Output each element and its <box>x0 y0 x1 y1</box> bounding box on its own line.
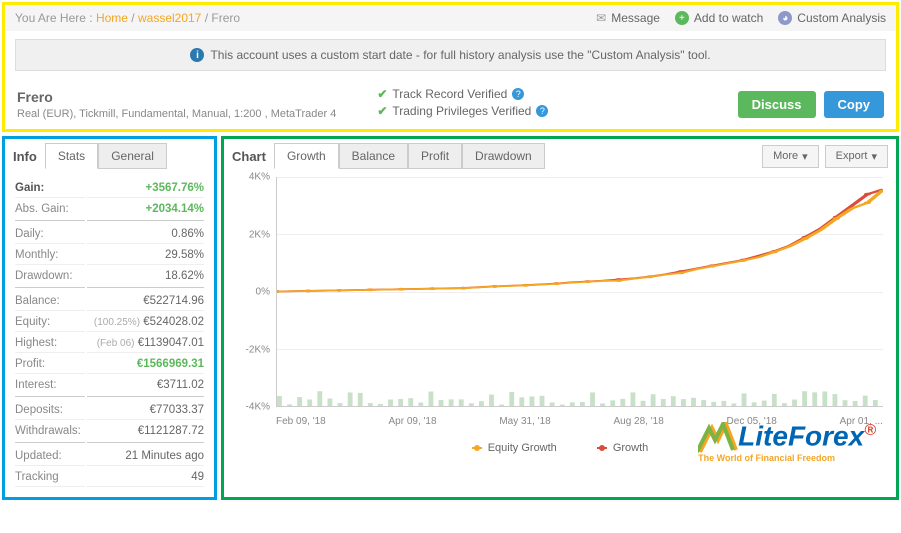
pie-icon: ◕ <box>778 11 792 25</box>
chart-title: Chart <box>232 144 274 169</box>
tab-profit[interactable]: Profit <box>408 143 462 169</box>
legend-growth: Growth <box>597 442 648 454</box>
stat-row: Daily:0.86% <box>15 223 204 244</box>
breadcrumb-bar: You Are Here : Home / wassel2017 / Frero… <box>5 5 896 31</box>
discuss-button[interactable]: Discuss <box>738 91 816 118</box>
watermark: LiteForex® The World of Financial Freedo… <box>698 422 876 462</box>
copy-button[interactable]: Copy <box>824 91 885 118</box>
stat-row: Profit:€1566969.31 <box>15 355 204 374</box>
breadcrumb: You Are Here : Home / wassel2017 / Frero <box>15 11 240 25</box>
account-details: Real (EUR), Tickmill, Fundamental, Manua… <box>17 108 377 120</box>
tab-balance[interactable]: Balance <box>339 143 408 169</box>
verify-column: ✔ Track Record Verified ? ✔ Trading Priv… <box>377 87 737 121</box>
trading-priv-verified: ✔ Trading Privileges Verified ? <box>377 104 737 118</box>
plot-area[interactable] <box>276 177 883 407</box>
account-row: Frero Real (EUR), Tickmill, Fundamental,… <box>5 79 896 129</box>
add-watch-link[interactable]: + Add to watch <box>675 11 763 25</box>
liteforex-logo-icon <box>698 422 738 454</box>
header-section: You Are Here : Home / wassel2017 / Frero… <box>2 2 899 132</box>
check-icon: ✔ <box>377 87 387 101</box>
info-icon: i <box>190 48 204 62</box>
y-axis: 4K% 2K% 0% -2K% -4K% <box>232 177 272 407</box>
chart-panel: Chart Growth Balance Profit Drawdown Mor… <box>221 136 899 500</box>
legend-dot-icon <box>597 447 607 449</box>
custom-analysis-link[interactable]: ◕ Custom Analysis <box>778 11 886 25</box>
main-row: Info Stats General Gain:+3567.76% Abs. G… <box>2 136 899 500</box>
breadcrumb-prefix: You Are Here : <box>15 11 93 25</box>
breadcrumb-user[interactable]: wassel2017 <box>138 11 201 25</box>
chart-svg <box>277 177 883 406</box>
tab-stats[interactable]: Stats <box>45 143 98 169</box>
breadcrumb-current: Frero <box>211 11 240 25</box>
info-header: Info Stats General <box>13 143 206 169</box>
stat-row: Interest:€3711.02 <box>15 376 204 397</box>
stat-row: Equity:(100.25%) €524028.02 <box>15 313 204 332</box>
chart-tabs: Growth Balance Profit Drawdown <box>274 143 545 169</box>
stat-row: Updated:21 Minutes ago <box>15 445 204 466</box>
info-panel: Info Stats General Gain:+3567.76% Abs. G… <box>2 136 217 500</box>
account-info: Frero Real (EUR), Tickmill, Fundamental,… <box>17 89 377 120</box>
chart-area: 4K% 2K% 0% -2K% -4K% Feb 09, '18 Apr 09,… <box>232 177 888 437</box>
export-button[interactable]: Export ▾ <box>825 145 888 168</box>
tab-general[interactable]: General <box>98 143 167 169</box>
notice-text: This account uses a custom start date - … <box>210 48 710 62</box>
check-icon: ✔ <box>377 104 387 118</box>
more-button[interactable]: More ▾ <box>762 145 819 168</box>
legend-dot-icon <box>472 447 482 449</box>
stat-row: Withdrawals:€1121287.72 <box>15 422 204 443</box>
account-buttons: Discuss Copy <box>738 91 884 118</box>
chart-actions: More ▾ Export ▾ <box>762 145 888 168</box>
abs-gain-row: Abs. Gain:+2034.14% <box>15 200 204 221</box>
stat-row: Highest:(Feb 06) €1139047.01 <box>15 334 204 353</box>
notice-bar: i This account uses a custom start date … <box>15 39 886 71</box>
envelope-icon: ✉ <box>596 11 606 25</box>
stat-row: Monthly:29.58% <box>15 246 204 265</box>
info-title: Info <box>13 144 45 169</box>
track-record-verified: ✔ Track Record Verified ? <box>377 87 737 101</box>
stat-row: Drawdown:18.62% <box>15 267 204 288</box>
plus-icon: + <box>675 11 689 25</box>
chart-header: Chart Growth Balance Profit Drawdown Mor… <box>232 143 888 169</box>
message-link[interactable]: ✉ Message <box>596 11 660 25</box>
stats-table: Gain:+3567.76% Abs. Gain:+2034.14% Daily… <box>13 177 206 489</box>
stat-row: Tracking49 <box>15 468 204 487</box>
legend-equity: Equity Growth <box>472 442 557 454</box>
help-icon[interactable]: ? <box>536 105 548 117</box>
tab-drawdown[interactable]: Drawdown <box>462 143 545 169</box>
help-icon[interactable]: ? <box>512 88 524 100</box>
account-name: Frero <box>17 89 377 105</box>
breadcrumb-home[interactable]: Home <box>96 11 128 25</box>
info-tabs: Stats General <box>45 143 167 169</box>
stat-row: Balance:€522714.96 <box>15 290 204 311</box>
chevron-down-icon: ▾ <box>802 150 808 163</box>
header-actions: ✉ Message + Add to watch ◕ Custom Analys… <box>596 11 886 25</box>
chevron-down-icon: ▾ <box>871 150 877 163</box>
tab-growth[interactable]: Growth <box>274 143 339 169</box>
gain-row: Gain:+3567.76% <box>15 179 204 198</box>
stat-row: Deposits:€77033.37 <box>15 399 204 420</box>
